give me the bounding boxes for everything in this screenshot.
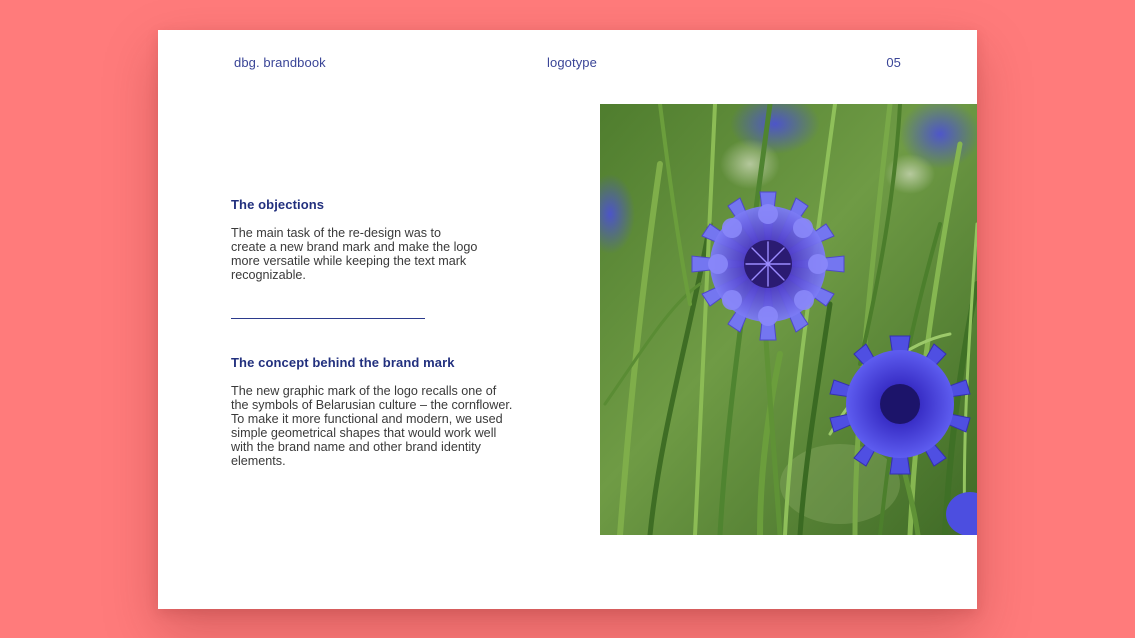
objections-text: The main task of the re-design was to cr…	[231, 226, 478, 282]
section-title: logotype	[547, 55, 597, 70]
page-number: 05	[886, 55, 901, 70]
brandbook-page: dbg. brandbook logotype 05 The objection…	[158, 30, 977, 609]
cornflower-photo	[600, 104, 977, 535]
brandbook-title: dbg. brandbook	[234, 55, 326, 70]
objections-heading: The objections	[231, 197, 325, 212]
concept-heading: The concept behind the brand mark	[231, 355, 455, 370]
section-divider	[231, 318, 425, 319]
cornflower-illustration	[600, 104, 977, 535]
concept-text: The new graphic mark of the logo recalls…	[231, 384, 513, 468]
